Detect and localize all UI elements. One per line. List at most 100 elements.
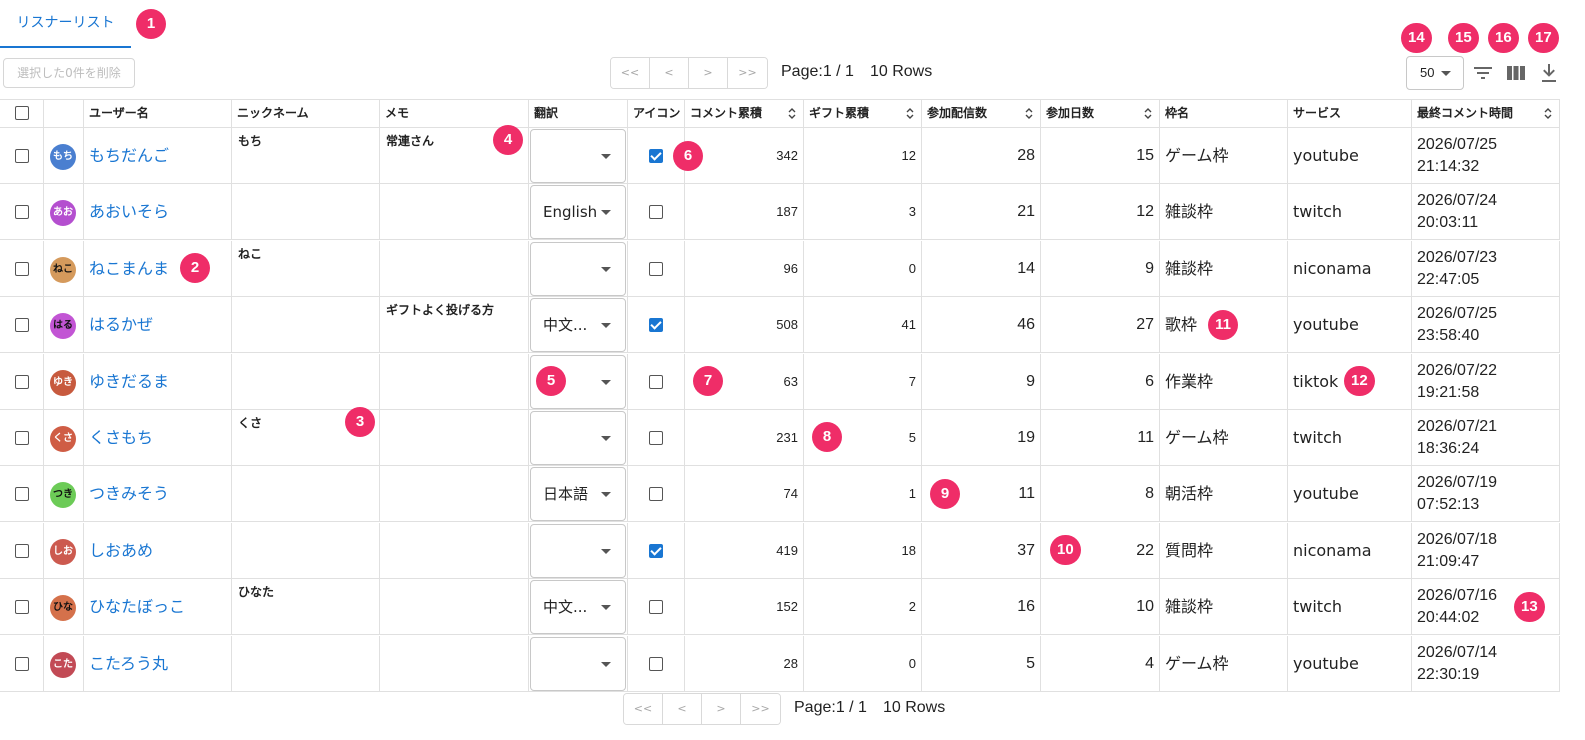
username-link[interactable]: つきみそう bbox=[89, 466, 169, 522]
icon-checkbox[interactable] bbox=[649, 656, 663, 671]
sort-icon[interactable] bbox=[1025, 107, 1033, 120]
columns-icon[interactable] bbox=[1504, 61, 1528, 85]
column-header-username[interactable]: ユーザー名 bbox=[84, 100, 232, 128]
sort-icon[interactable] bbox=[1144, 107, 1152, 120]
translate-select[interactable]: 中文... bbox=[530, 580, 626, 635]
column-header-service[interactable]: サービス bbox=[1288, 100, 1412, 128]
row-select-checkbox[interactable] bbox=[15, 431, 29, 445]
column-header-nickname[interactable]: ニックネーム bbox=[232, 100, 380, 128]
column-header-gifts[interactable]: ギフト累積 bbox=[804, 100, 922, 128]
cell-memo[interactable]: ギフトよく投げる方 bbox=[380, 297, 529, 354]
row-select-checkbox[interactable] bbox=[15, 205, 29, 220]
icon-checkbox[interactable] bbox=[649, 318, 663, 333]
tab-listener-list[interactable]: リスナーリスト bbox=[0, 0, 131, 48]
sort-icon[interactable] bbox=[906, 107, 914, 120]
username-link[interactable]: こたろう丸 bbox=[89, 636, 168, 692]
cell-service: niconama bbox=[1288, 240, 1412, 297]
translate-select[interactable] bbox=[530, 523, 626, 578]
row-select-checkbox[interactable] bbox=[15, 374, 29, 389]
cell-last_comment: 2026/07/19 07:52:13 bbox=[1412, 466, 1560, 523]
translate-select[interactable] bbox=[530, 129, 626, 183]
cell-nickname[interactable] bbox=[232, 466, 380, 523]
cell-nickname[interactable] bbox=[232, 353, 380, 410]
first-page-button[interactable]: << bbox=[611, 58, 650, 88]
prev-page-button[interactable]: < bbox=[663, 694, 702, 724]
icon-checkbox[interactable] bbox=[649, 543, 663, 558]
sort-icon[interactable] bbox=[1544, 107, 1552, 120]
cell-days: 4 bbox=[1041, 635, 1160, 692]
translate-select[interactable]: 中文... bbox=[530, 298, 626, 353]
row-select-checkbox[interactable] bbox=[15, 600, 29, 615]
row-select-checkbox[interactable] bbox=[15, 261, 29, 276]
icon-checkbox[interactable] bbox=[649, 600, 663, 615]
translate-select[interactable] bbox=[530, 241, 626, 296]
username-link[interactable]: しおあめ bbox=[89, 523, 153, 579]
filter-icon[interactable] bbox=[1471, 61, 1495, 85]
cell-avatar: あお bbox=[44, 184, 84, 241]
cell-nickname[interactable] bbox=[232, 297, 380, 354]
column-header-last_comment[interactable]: 最終コメント時間 bbox=[1412, 100, 1560, 128]
row-select-checkbox[interactable] bbox=[15, 318, 29, 333]
prev-page-button[interactable]: < bbox=[650, 58, 689, 88]
username-link[interactable]: はるかぜ bbox=[89, 297, 153, 353]
cell-nickname[interactable] bbox=[232, 184, 380, 241]
icon-checkbox[interactable] bbox=[649, 149, 663, 163]
translate-select[interactable] bbox=[530, 636, 626, 691]
icon-checkbox[interactable] bbox=[649, 205, 663, 220]
translate-select[interactable] bbox=[530, 411, 626, 465]
day-count: 11 bbox=[1137, 429, 1154, 446]
row-select-checkbox[interactable] bbox=[15, 149, 29, 163]
icon-checkbox[interactable] bbox=[649, 431, 663, 445]
icon-checkbox[interactable] bbox=[649, 374, 663, 389]
delete-selected-button[interactable]: 選択した0件を削除 bbox=[3, 58, 135, 88]
sort-icon[interactable] bbox=[788, 107, 796, 120]
last-page-button[interactable]: >> bbox=[741, 694, 780, 724]
next-page-button[interactable]: > bbox=[702, 694, 741, 724]
row-select-checkbox[interactable] bbox=[15, 487, 29, 502]
cell-select bbox=[0, 410, 44, 466]
username-link[interactable]: くさもち bbox=[89, 410, 153, 466]
username-link[interactable]: ねこまんま bbox=[89, 241, 169, 297]
row-select-checkbox[interactable] bbox=[15, 543, 29, 558]
icon-checkbox[interactable] bbox=[649, 261, 663, 276]
cell-memo[interactable] bbox=[380, 410, 529, 466]
column-header-icon[interactable]: アイコン bbox=[628, 100, 685, 128]
column-header-select bbox=[0, 100, 44, 128]
cell-memo[interactable] bbox=[380, 579, 529, 636]
column-header-days[interactable]: 参加日数 bbox=[1041, 100, 1160, 128]
column-header-comments[interactable]: コメント累積 bbox=[685, 100, 804, 128]
cell-memo[interactable] bbox=[380, 522, 529, 579]
username-link[interactable]: あおいそら bbox=[89, 184, 169, 240]
cell-memo[interactable] bbox=[380, 184, 529, 241]
download-icon[interactable] bbox=[1537, 61, 1561, 85]
cell-nickname[interactable]: ひなた bbox=[232, 579, 380, 636]
cell-memo[interactable] bbox=[380, 240, 529, 297]
cell-translate bbox=[529, 240, 628, 297]
cell-nickname[interactable]: もち bbox=[232, 128, 380, 184]
next-page-button[interactable]: > bbox=[689, 58, 728, 88]
cell-memo[interactable] bbox=[380, 466, 529, 523]
column-header-memo[interactable]: メモ bbox=[380, 100, 529, 128]
cell-nickname[interactable] bbox=[232, 522, 380, 579]
select-all-checkbox[interactable] bbox=[15, 106, 29, 120]
icon-checkbox[interactable] bbox=[649, 487, 663, 502]
cell-nickname[interactable] bbox=[232, 635, 380, 692]
column-header-streams[interactable]: 参加配信数 bbox=[922, 100, 1041, 128]
row-select-checkbox[interactable] bbox=[15, 656, 29, 671]
username-link[interactable]: ひなたぼっこ bbox=[89, 579, 185, 635]
column-header-frame[interactable]: 枠名 bbox=[1160, 100, 1288, 128]
username-link[interactable]: ゆきだるま bbox=[89, 354, 169, 410]
avatar: ひな bbox=[50, 595, 76, 622]
rows-per-page-select[interactable]: 50 bbox=[1406, 56, 1464, 90]
cell-nickname[interactable]: ねこ bbox=[232, 240, 380, 297]
translate-select[interactable]: English bbox=[530, 185, 626, 240]
translate-select[interactable]: 日本語 bbox=[530, 467, 626, 522]
column-header-translate[interactable]: 翻訳 bbox=[529, 100, 628, 128]
cell-memo[interactable] bbox=[380, 353, 529, 410]
cell-avatar: くさ bbox=[44, 410, 84, 466]
first-page-button[interactable]: << bbox=[624, 694, 663, 724]
bottom-pager: << < > >> Page:1 / 1 10 Rows bbox=[623, 693, 963, 725]
username-link[interactable]: もちだんご bbox=[89, 128, 169, 184]
last-page-button[interactable]: >> bbox=[728, 58, 767, 88]
cell-memo[interactable] bbox=[380, 635, 529, 692]
